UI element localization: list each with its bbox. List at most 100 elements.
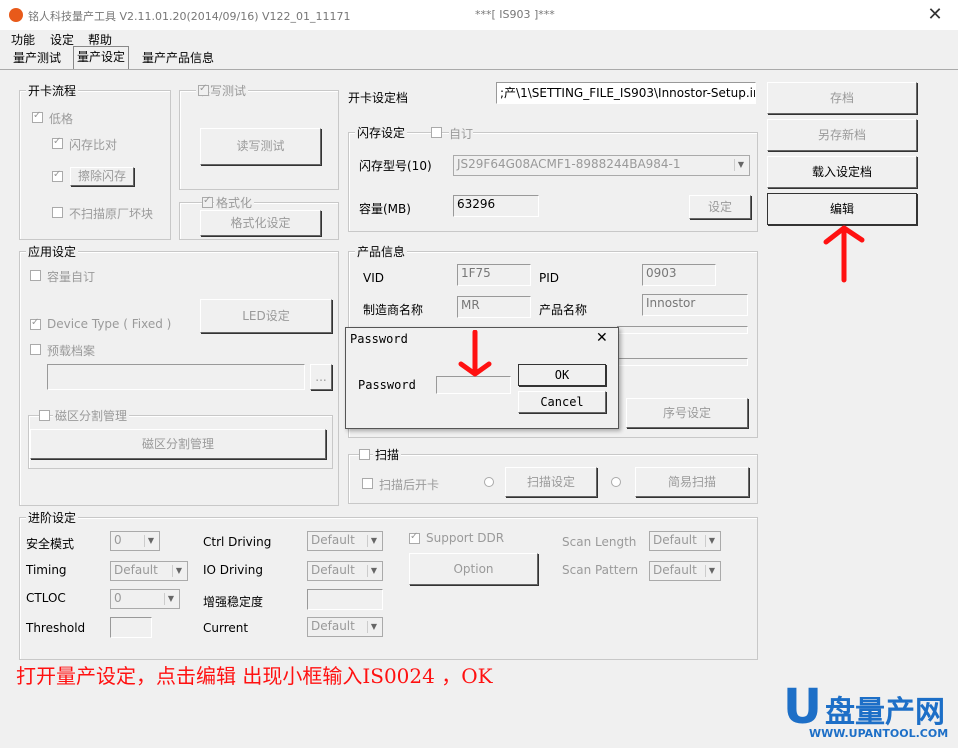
- scan-pattern-select[interactable]: Default ▼: [649, 561, 721, 581]
- io-driving-value: Default: [311, 563, 355, 577]
- option-button[interactable]: Option: [409, 553, 538, 585]
- stability-field[interactable]: [307, 589, 383, 610]
- preload-checkbox[interactable]: [30, 344, 41, 355]
- scan-pattern-value: Default: [653, 563, 697, 577]
- low-format-checkbox[interactable]: [32, 110, 43, 123]
- device-type-checkbox[interactable]: [30, 317, 41, 330]
- window-subtitle: ***[ IS903 ]***: [475, 8, 555, 21]
- flash-custom-checkbox[interactable]: [431, 127, 442, 138]
- setting-file-path[interactable]: ;产\1\SETTING_FILE_IS903\Innostor-Setup.i…: [496, 82, 756, 104]
- rw-test-button[interactable]: 读写测试: [200, 128, 321, 165]
- menu-item-settings[interactable]: 设定: [50, 31, 74, 48]
- ctrl-driving-select[interactable]: Default ▼: [307, 531, 383, 551]
- dialog-ok-button[interactable]: OK: [518, 364, 606, 386]
- ctloc-select[interactable]: 0 ▼: [110, 589, 180, 609]
- no-scan-bad-checkbox[interactable]: [52, 207, 63, 218]
- device-type-label: Device Type ( Fixed ): [47, 317, 172, 331]
- edit-button[interactable]: 编辑: [767, 193, 917, 225]
- chevron-down-icon: ▼: [144, 535, 157, 547]
- erase-flash-button[interactable]: 擦除闪存: [70, 167, 134, 186]
- capacity-field[interactable]: 63296: [453, 195, 539, 217]
- product-info-title: 产品信息: [355, 243, 408, 260]
- menu-item-function[interactable]: 功能: [11, 31, 35, 48]
- chevron-down-icon: ▼: [367, 535, 380, 547]
- scan-checkbox[interactable]: [359, 449, 370, 460]
- dialog-close-icon[interactable]: ✕: [596, 330, 608, 346]
- flash-settings-title: 闪存设定: [355, 124, 408, 141]
- pid-field[interactable]: 0903: [642, 264, 716, 286]
- tab-mass-production-settings[interactable]: 量产设定: [73, 46, 130, 69]
- vendor-field[interactable]: MR: [457, 296, 531, 318]
- advanced-settings-title: 进阶设定: [26, 509, 79, 526]
- preload-path-field[interactable]: [47, 364, 305, 390]
- card-flow-title: 开卡流程: [26, 82, 79, 99]
- password-input[interactable]: [436, 376, 511, 394]
- scan-settings-button[interactable]: 扫描设定: [505, 467, 597, 497]
- preload-label: 预载档案: [47, 344, 96, 358]
- format-settings-button[interactable]: 格式化设定: [200, 210, 321, 236]
- scan-length-label: Scan Length: [562, 535, 637, 549]
- chevron-down-icon: ▼: [367, 565, 380, 577]
- scan-settings-radio[interactable]: [484, 477, 494, 487]
- tab-mass-production-test[interactable]: 量产测试: [10, 48, 64, 68]
- erase-flash-checkbox[interactable]: [52, 169, 63, 182]
- scan-group: 扫描 扫描后开卡 扫描设定 简易扫描: [348, 446, 758, 504]
- product-field-3[interactable]: [617, 326, 748, 334]
- setting-file-label: 开卡设定档: [348, 91, 409, 105]
- flash-set-button[interactable]: 设定: [689, 195, 751, 219]
- timing-label: Timing: [26, 563, 67, 577]
- serial-settings-button[interactable]: 序号设定: [626, 398, 748, 428]
- threshold-field[interactable]: [110, 617, 152, 638]
- vid-field[interactable]: 1F75: [457, 264, 531, 286]
- app-settings-title: 应用设定: [26, 243, 79, 260]
- vid-label: VID: [363, 271, 384, 285]
- partition-button[interactable]: 磁区分割管理: [30, 429, 326, 459]
- partition-title: 磁区分割管理: [53, 407, 130, 424]
- timing-value: Default: [114, 563, 158, 577]
- current-label: Current: [203, 621, 249, 635]
- led-settings-button[interactable]: LED设定: [200, 299, 332, 333]
- open-after-scan-checkbox[interactable]: [362, 478, 373, 489]
- stability-label: 增强稳定度: [203, 595, 264, 609]
- scan-length-select[interactable]: Default ▼: [649, 531, 721, 551]
- flash-compare-label: 闪存比对: [69, 138, 118, 152]
- flash-model-select[interactable]: JS29F64G08ACMF1-8988244BA984-1 ▼: [453, 155, 750, 176]
- load-settings-button[interactable]: 载入设定档: [767, 156, 917, 188]
- flash-compare-checkbox[interactable]: [52, 136, 63, 149]
- easy-scan-button[interactable]: 简易扫描: [635, 467, 749, 497]
- capacity-custom-label: 容量自订: [47, 270, 96, 284]
- tab-divider: [0, 69, 958, 70]
- timing-select[interactable]: Default ▼: [110, 561, 188, 581]
- support-ddr-checkbox[interactable]: [409, 531, 420, 544]
- rw-test-group: 读写测试 读写测试: [179, 82, 339, 190]
- save-as-button[interactable]: 另存新档: [767, 119, 917, 151]
- scan-pattern-label: Scan Pattern: [562, 563, 639, 577]
- dialog-cancel-button[interactable]: Cancel: [518, 391, 606, 413]
- io-driving-select[interactable]: Default ▼: [307, 561, 383, 581]
- watermark-logo: U 盘量产网 WWW.UPANTOOL.COM: [783, 683, 953, 745]
- io-driving-label: IO Driving: [203, 563, 263, 577]
- logo-url: WWW.UPANTOOL.COM: [809, 727, 949, 740]
- chevron-down-icon: ▼: [705, 535, 718, 547]
- dialog-title: Password: [350, 332, 408, 346]
- easy-scan-radio[interactable]: [611, 477, 621, 487]
- close-window-icon[interactable]: ✕: [920, 4, 950, 26]
- browse-button[interactable]: ...: [310, 364, 332, 390]
- product-name-field[interactable]: Innostor: [642, 294, 748, 316]
- current-select[interactable]: Default ▼: [307, 617, 383, 637]
- pid-label: PID: [539, 271, 560, 285]
- logo-letter: U: [783, 679, 822, 735]
- product-field-4[interactable]: [617, 358, 748, 366]
- safe-mode-select[interactable]: 0 ▼: [110, 531, 160, 551]
- flash-model-label: 闪存型号(10): [359, 159, 432, 173]
- capacity-custom-checkbox[interactable]: [30, 270, 41, 281]
- format-checkbox[interactable]: [202, 195, 213, 208]
- rw-test-checkbox[interactable]: [198, 83, 209, 96]
- ctrl-driving-label: Ctrl Driving: [203, 535, 272, 549]
- scan-length-value: Default: [653, 533, 697, 547]
- tab-product-info[interactable]: 量产产品信息: [139, 48, 217, 68]
- save-button[interactable]: 存档: [767, 82, 917, 114]
- password-label: Password: [358, 378, 416, 392]
- title-bar: 铭人科技量产工具 V2.11.01.20(2014/09/16) V122_01…: [0, 0, 958, 30]
- partition-checkbox[interactable]: [39, 410, 50, 421]
